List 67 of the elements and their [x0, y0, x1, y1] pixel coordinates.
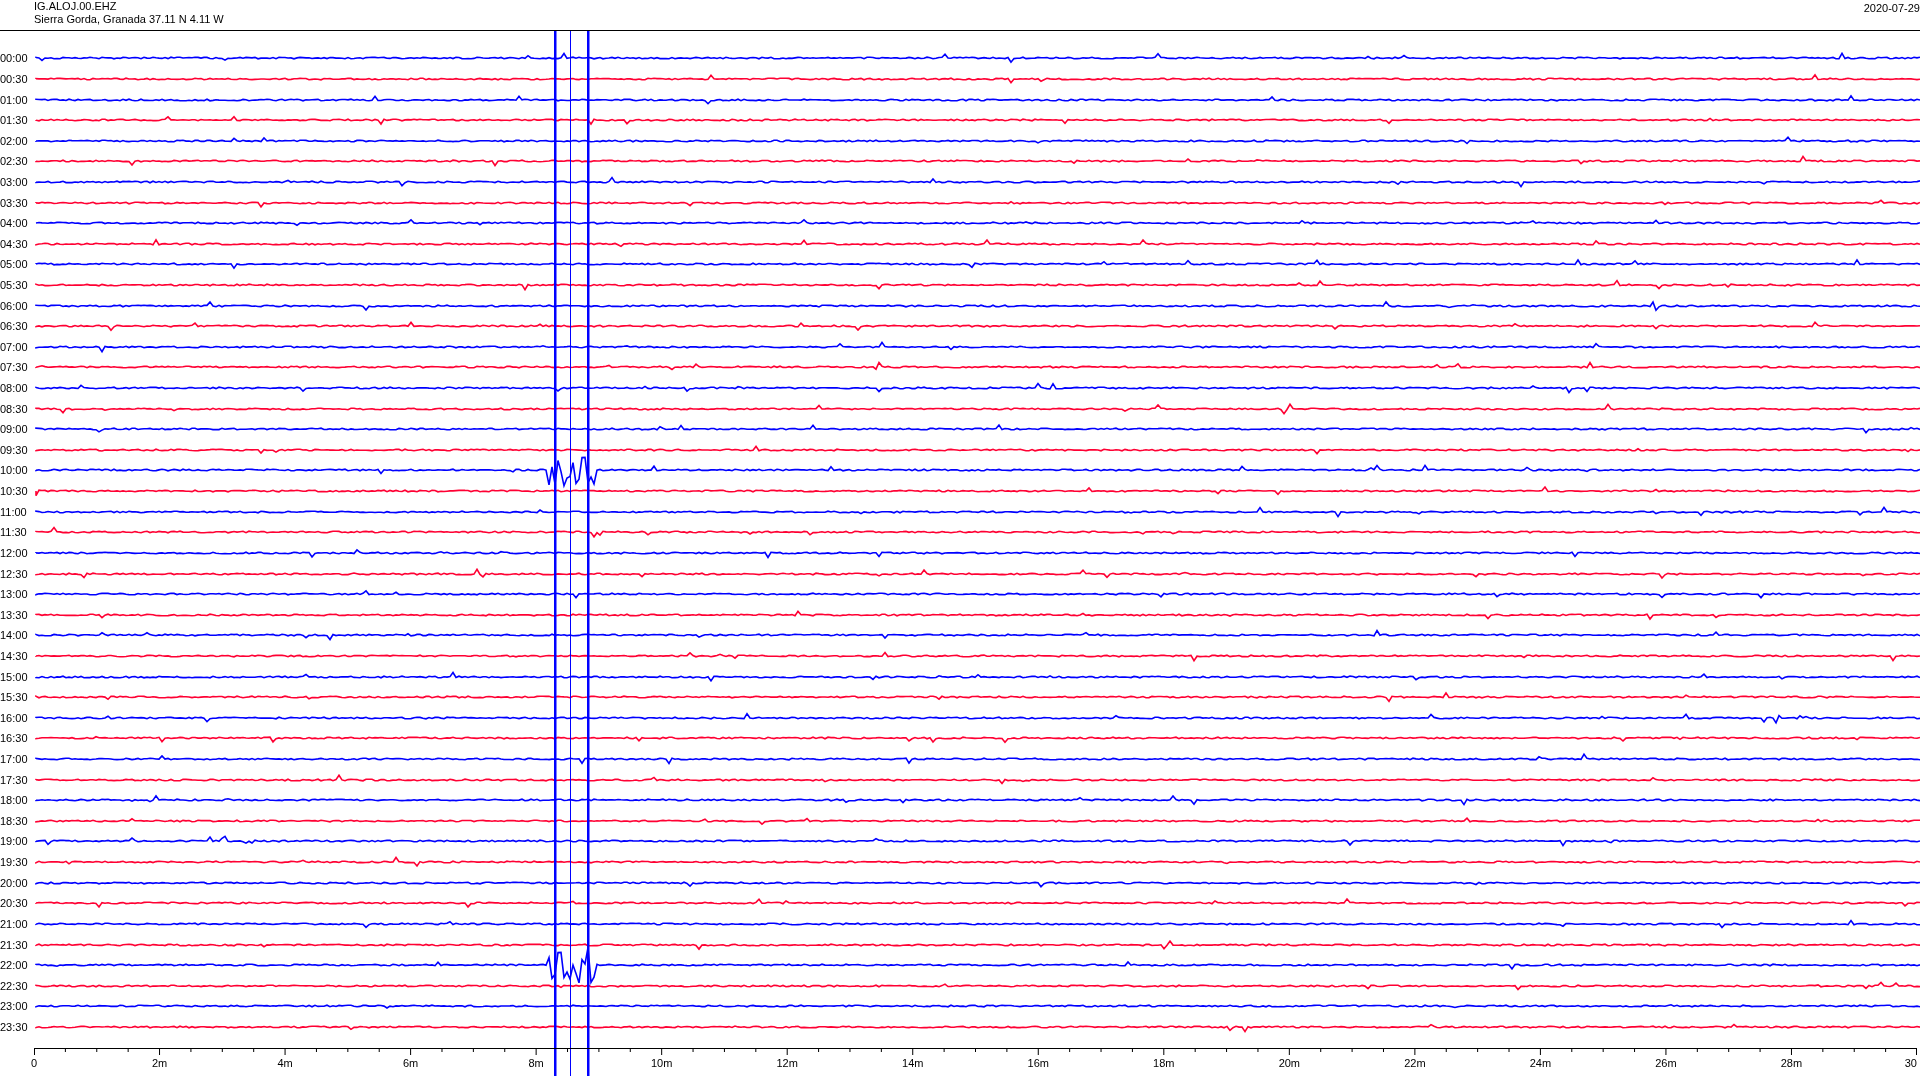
trace-time-label: 06:30 [0, 320, 29, 333]
trace-time-label: 00:00 [0, 52, 29, 65]
axis-tick-label: 10m [650, 1057, 673, 1069]
axis-tick-label: 22m [1404, 1057, 1426, 1069]
trace-time-label: 08:00 [0, 382, 29, 395]
trace-time-label: 11:30 [0, 526, 28, 539]
axis-tick-label: 12m [776, 1057, 798, 1069]
axis-tick-label: 2m [151, 1057, 168, 1069]
trace-time-label: 00:30 [0, 72, 29, 85]
trace-time-label: 16:30 [0, 732, 29, 745]
trace-time-label: 07:00 [0, 340, 29, 353]
trace-time-label: 16:00 [0, 711, 29, 724]
axis-tick-label: 0 [30, 1057, 38, 1069]
plot-date: 2020-07-29 [1863, 1, 1920, 16]
trace-time-label: 21:00 [0, 917, 29, 930]
trace-time-label: 04:30 [0, 237, 29, 250]
trace-time-label: 17:30 [0, 773, 29, 786]
trace-time-label: 01:30 [0, 114, 29, 127]
trace-time-label: 12:00 [0, 546, 29, 559]
trace-time-label: 02:30 [0, 155, 29, 168]
trace-time-label: 01:00 [0, 93, 29, 106]
trace-time-label: 21:30 [0, 938, 29, 951]
trace-time-label: 10:00 [0, 464, 29, 477]
trace-time-label: 02:00 [0, 134, 29, 147]
trace-time-label: 05:30 [0, 279, 29, 291]
trace-time-label: 11:00 [0, 505, 28, 518]
trace-time-label: 17:00 [0, 753, 29, 765]
trace-time-label: 10:30 [0, 485, 29, 498]
station-location: Sierra Gorda, Granada 37.11 N 4.11 W [34, 12, 224, 25]
trace-time-label: 03:00 [0, 175, 29, 188]
trace-time-label: 13:00 [0, 588, 29, 601]
axis-tick-label: 14m [902, 1057, 924, 1069]
axis-tick-label: 28m [1780, 1057, 1803, 1069]
trace-time-label: 05:00 [0, 258, 29, 271]
axis-tick-label: 4m [277, 1057, 293, 1069]
trace-time-label: 06:00 [0, 299, 29, 312]
trace-time-label: 20:30 [0, 897, 29, 910]
trace-time-label: 03:30 [0, 196, 29, 209]
station-code: IG.ALOJ.00.EHZ [34, 0, 118, 13]
trace-time-label: 18:30 [0, 814, 29, 827]
axis-tick-label: 6m [402, 1057, 419, 1069]
trace-time-label: 23:30 [0, 1020, 29, 1033]
axis-tick-label: 20m [1278, 1057, 1301, 1069]
trace-time-label: 09:00 [0, 423, 29, 436]
trace-time-label: 18:00 [0, 794, 29, 807]
trace-time-label: 08:30 [0, 402, 29, 415]
trace-time-label: 12:30 [0, 567, 29, 580]
trace-time-label: 04:00 [0, 217, 29, 230]
axis-tick-label: 16m [1027, 1057, 1049, 1069]
trace-time-label: 20:00 [0, 876, 29, 889]
trace-time-label: 19:00 [0, 835, 29, 848]
trace-time-label: 13:30 [0, 608, 29, 621]
trace-time-label: 14:30 [0, 649, 29, 662]
trace-time-label: 14:00 [0, 629, 29, 642]
trace-time-label: 22:00 [0, 959, 29, 972]
axis-tick-label: 24m [1529, 1057, 1552, 1069]
axis-tick-label: 30 [1904, 1057, 1917, 1069]
axis-tick-label: 26m [1655, 1057, 1677, 1069]
trace-time-label: 15:30 [0, 691, 29, 704]
axis-tick-label: 18m [1153, 1057, 1175, 1069]
trace-time-label: 22:30 [0, 979, 29, 992]
trace-time-label: 23:00 [0, 1000, 29, 1013]
trace-time-label: 09:30 [0, 443, 29, 456]
trace-time-label: 15:00 [0, 670, 29, 683]
trace-time-label: 19:30 [0, 856, 29, 869]
axis-tick-label: 8m [528, 1057, 544, 1069]
trace-time-label: 07:30 [0, 361, 29, 374]
